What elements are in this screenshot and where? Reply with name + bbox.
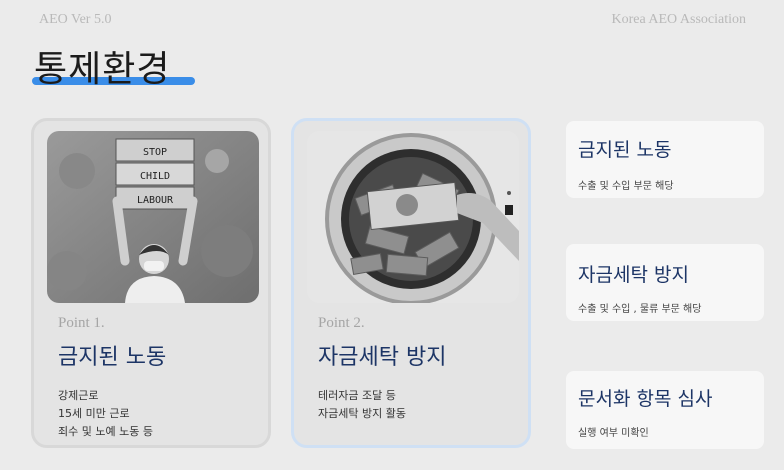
side-item-subtitle: 수출 및 수입 부문 해당 bbox=[578, 181, 674, 192]
card-title: 금지된 노동 bbox=[58, 345, 167, 370]
card-point-label: Point 2. bbox=[318, 315, 365, 331]
page-title: 통제환경 bbox=[34, 49, 171, 90]
side-item-subtitle: 실행 여부 미확인 bbox=[578, 428, 649, 439]
card-line: 자금세탁 방지 활동 bbox=[318, 407, 406, 420]
card-line: 죄수 및 노예 노동 등 bbox=[58, 425, 153, 438]
side-item-title: 자금세탁 방지 bbox=[578, 264, 689, 286]
sign-stop: STOP bbox=[143, 147, 167, 158]
card-description: 테러자금 조달 등 자금세탁 방지 활동 bbox=[318, 387, 406, 423]
side-item-forbidden-labor: 금지된 노동 수출 및 수입 부문 해당 bbox=[566, 121, 764, 198]
card-line: 강제근로 bbox=[58, 389, 99, 402]
card-title: 자금세탁 방지 bbox=[318, 345, 447, 370]
sign-child: CHILD bbox=[140, 171, 170, 182]
header-version: AEO Ver 5.0 bbox=[39, 12, 112, 27]
side-item-title: 금지된 노동 bbox=[578, 139, 672, 161]
child-labour-photo: STOP CHILD LABOUR bbox=[47, 131, 259, 303]
card-description: 강제근로 15세 미만 근로 죄수 및 노예 노동 등 bbox=[58, 387, 153, 441]
sign-labour: LABOUR bbox=[137, 195, 174, 206]
card-line: 테러자금 조달 등 bbox=[318, 389, 396, 402]
money-washing-machine-photo bbox=[307, 131, 519, 303]
card-money-laundering: Point 2. 자금세탁 방지 테러자금 조달 등 자금세탁 방지 활동 bbox=[291, 118, 531, 448]
card-forbidden-labor: STOP CHILD LABOUR Point 1. 금지된 노동 강제근로 1… bbox=[31, 118, 271, 448]
side-item-subtitle: 수출 및 수입 , 물류 부문 해당 bbox=[578, 304, 702, 315]
side-item-documentation-review: 문서화 항목 심사 실행 여부 미확인 bbox=[566, 371, 764, 449]
card-line: 15세 미만 근로 bbox=[58, 407, 130, 420]
side-item-money-laundering: 자금세탁 방지 수출 및 수입 , 물류 부문 해당 bbox=[566, 244, 764, 321]
card-point-label: Point 1. bbox=[58, 315, 105, 331]
side-item-title: 문서화 항목 심사 bbox=[578, 388, 713, 410]
header-organization: Korea AEO Association bbox=[611, 12, 746, 27]
